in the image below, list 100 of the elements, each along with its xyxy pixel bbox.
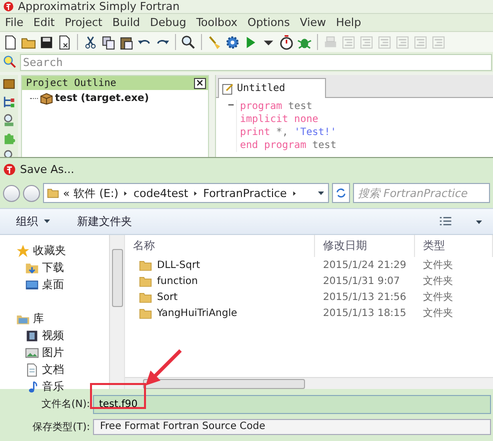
column-header[interactable]: 类型 bbox=[415, 235, 493, 257]
file-date: 2015/1/13 21:56 bbox=[322, 292, 408, 302]
clipboard-icon[interactable] bbox=[119, 34, 134, 50]
code-line: program test bbox=[240, 100, 314, 113]
scissors-icon[interactable] bbox=[83, 34, 98, 50]
organize-menu[interactable]: 组织 bbox=[14, 212, 53, 231]
desktop-icon bbox=[25, 278, 39, 292]
menu-item[interactable]: Edit bbox=[28, 16, 60, 29]
file-date: 2015/1/13 18:15 bbox=[322, 308, 408, 318]
tree-item[interactable]: test (target.exe) bbox=[55, 93, 149, 104]
highlight-frame bbox=[90, 383, 146, 409]
nav-item[interactable]: 音乐 bbox=[42, 379, 64, 394]
fold-marker[interactable]: − bbox=[216, 100, 234, 152]
column-header[interactable]: 修改日期 bbox=[315, 235, 415, 257]
folder-icon bbox=[139, 258, 152, 272]
nav-item[interactable]: 收藏夹 bbox=[33, 243, 66, 258]
download-folder-icon bbox=[25, 260, 39, 274]
editor-tab[interactable]: Untitled bbox=[218, 78, 326, 98]
window-title: Approximatrix Simply Fortran bbox=[18, 0, 180, 13]
tree-icon[interactable] bbox=[2, 95, 16, 109]
nav-item[interactable]: 图片 bbox=[42, 345, 64, 360]
nav-item[interactable]: 库 bbox=[33, 311, 44, 326]
folder-icon bbox=[47, 187, 59, 199]
column-header[interactable]: 名称 bbox=[125, 235, 315, 257]
field-label: 保存类型(T): bbox=[32, 420, 91, 434]
nav-item[interactable]: 下载 bbox=[42, 260, 64, 275]
vertical-scrollbar[interactable] bbox=[109, 235, 124, 389]
forward-button[interactable] bbox=[23, 184, 40, 202]
caret-icon[interactable] bbox=[475, 218, 483, 226]
arrow bbox=[146, 349, 182, 386]
menu-item[interactable]: Build bbox=[107, 16, 145, 29]
back-button[interactable] bbox=[3, 184, 20, 202]
search-icon[interactable] bbox=[181, 34, 196, 50]
magnifier-icon[interactable] bbox=[2, 113, 16, 127]
app-logo-icon bbox=[3, 162, 16, 176]
menu-item[interactable]: Help bbox=[331, 16, 366, 29]
new-folder-button[interactable]: 新建文件夹 bbox=[75, 212, 134, 231]
file-type: 文件夹 bbox=[422, 306, 454, 320]
file-name[interactable]: YangHuiTriAngle bbox=[157, 308, 238, 318]
file-date: 2015/1/31 9:07 bbox=[322, 276, 401, 286]
save-type-dropdown[interactable]: Free Format Fortran Source Code bbox=[93, 418, 491, 434]
view-list-icon[interactable] bbox=[439, 214, 453, 228]
dialog-title: Save As... bbox=[20, 162, 74, 176]
scroll-thumb[interactable] bbox=[143, 378, 305, 388]
page-close-icon[interactable] bbox=[57, 34, 72, 50]
refresh-button[interactable] bbox=[332, 183, 350, 203]
chevron-icon bbox=[290, 190, 298, 196]
breadcrumb[interactable]: « bbox=[63, 186, 70, 200]
file-name[interactable]: DLL-Sqrt bbox=[157, 260, 200, 270]
app-logo-icon bbox=[3, 1, 14, 12]
chevron-icon bbox=[192, 190, 200, 196]
horizontal-scrollbar[interactable] bbox=[125, 377, 493, 389]
folder-icon bbox=[139, 274, 152, 288]
page-icon[interactable] bbox=[3, 34, 18, 50]
panel-title: Project Outline bbox=[26, 78, 116, 88]
floppy-icon[interactable] bbox=[39, 34, 54, 50]
box-icon bbox=[40, 92, 53, 105]
gear-icon[interactable] bbox=[225, 34, 240, 50]
file-name[interactable]: Sort bbox=[157, 292, 178, 302]
menu-item[interactable]: Project bbox=[60, 16, 108, 29]
menu-item[interactable]: Options bbox=[242, 16, 295, 29]
breadcrumb[interactable]: code4test bbox=[133, 186, 188, 200]
caret-icon bbox=[43, 217, 51, 225]
field-label: 文件名(N): bbox=[40, 398, 91, 411]
code-line: end program test bbox=[240, 139, 336, 152]
folder-icon bbox=[139, 290, 152, 304]
breadcrumb[interactable]: 软件 (E:) bbox=[74, 186, 118, 200]
refresh-icon bbox=[335, 187, 347, 199]
caret-icon bbox=[317, 189, 325, 197]
code-line: implicit none bbox=[240, 113, 320, 126]
code-line: print *, 'Test!' bbox=[240, 126, 336, 139]
box-icon[interactable] bbox=[2, 77, 16, 91]
star-icon bbox=[16, 244, 30, 258]
copy-icon[interactable] bbox=[101, 34, 116, 50]
file-type: 文件夹 bbox=[422, 290, 454, 304]
breadcrumb[interactable]: FortranPractice bbox=[203, 186, 287, 200]
folder-icon bbox=[139, 306, 152, 320]
address-bar[interactable]: « 软件 (E:) code4test FortranPractice bbox=[43, 183, 329, 203]
document-icon bbox=[25, 362, 39, 376]
search-field[interactable]: 搜索 FortranPractice bbox=[353, 183, 490, 203]
menu-item[interactable]: View bbox=[294, 16, 331, 29]
nav-item[interactable]: 文档 bbox=[42, 362, 64, 377]
menu-item[interactable]: Toolbox bbox=[191, 16, 242, 29]
search-field[interactable]: Search bbox=[20, 54, 492, 70]
menu-item[interactable]: Debug bbox=[145, 16, 192, 29]
nav-item[interactable]: 桌面 bbox=[42, 277, 64, 292]
picture-icon bbox=[25, 346, 39, 360]
menu-item[interactable]: File bbox=[0, 16, 28, 29]
close-button[interactable]: × bbox=[194, 78, 206, 88]
note-icon bbox=[222, 82, 234, 94]
file-type: 文件夹 bbox=[422, 258, 454, 272]
file-date: 2015/1/24 21:29 bbox=[322, 260, 408, 270]
filename-field[interactable]: test.f90 bbox=[93, 394, 491, 414]
nav-item[interactable]: 视频 bbox=[42, 328, 64, 343]
scroll-thumb[interactable] bbox=[112, 249, 122, 307]
file-type: 文件夹 bbox=[422, 274, 454, 288]
film-icon bbox=[25, 328, 39, 342]
stopwatch-icon[interactable] bbox=[279, 34, 294, 50]
file-name[interactable]: function bbox=[157, 276, 198, 286]
search-icon bbox=[3, 55, 17, 69]
